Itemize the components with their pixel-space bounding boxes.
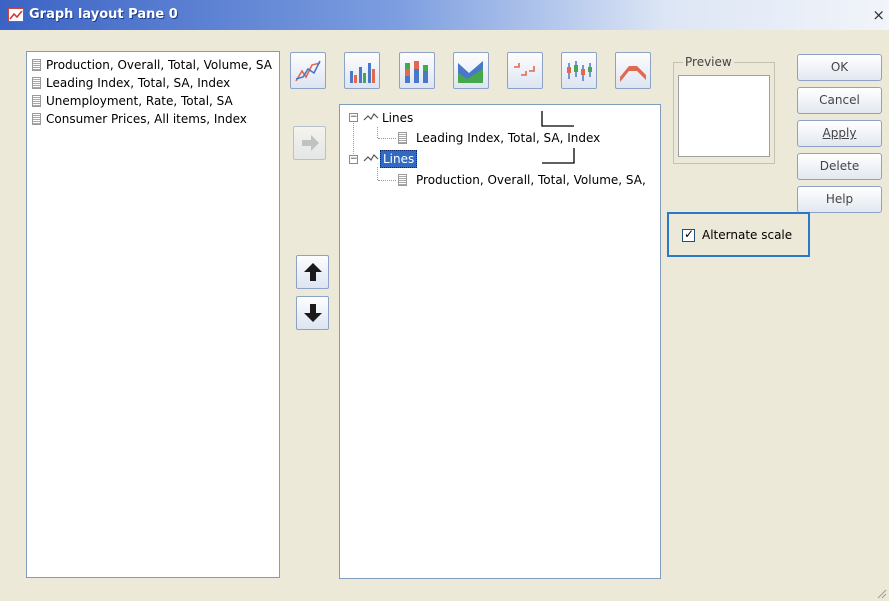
arrow-right-icon [302, 135, 319, 151]
alternate-scale-label[interactable]: Alternate scale [702, 228, 792, 243]
list-item[interactable]: Consumer Prices, All items, Index [27, 110, 279, 128]
move-down-button[interactable] [296, 296, 329, 330]
list-item-label: Consumer Prices, All items, Index [46, 112, 247, 126]
document-icon [398, 132, 407, 144]
preview-group: Preview [673, 55, 775, 164]
document-icon [32, 95, 41, 107]
tree-series-label[interactable]: Leading Index, Total, SA, Index [416, 130, 600, 146]
band-chart-button[interactable] [615, 52, 651, 89]
preview-label: Preview [683, 55, 734, 69]
list-item-label: Leading Index, Total, SA, Index [46, 76, 231, 90]
dialog-window: Graph layout Pane 0 × Production, Overal… [0, 0, 889, 601]
bar-chart-button[interactable] [344, 52, 380, 89]
document-icon [32, 113, 41, 125]
source-series-list[interactable]: Production, Overall, Total, Volume, SA L… [26, 51, 280, 578]
collapse-icon[interactable]: − [349, 113, 358, 122]
tree-group-label[interactable]: Lines [382, 110, 413, 126]
tree-line [377, 127, 378, 138]
series-line-icon [363, 154, 379, 162]
band-chart-icon [620, 66, 646, 82]
checkmark-icon: ✓ [684, 227, 695, 241]
add-series-button[interactable] [293, 126, 326, 160]
stacked-bar-chart-icon [405, 61, 428, 83]
step-chart-button[interactable] [507, 52, 543, 89]
resize-grip-icon[interactable] [875, 587, 887, 599]
tree-line [378, 138, 396, 139]
arrow-down-icon [304, 304, 322, 322]
close-icon[interactable]: × [872, 6, 885, 24]
high-low-chart-icon [567, 61, 592, 81]
tree-line [378, 180, 396, 181]
alternate-scale-checkbox[interactable]: ✓ [682, 227, 695, 242]
list-item-label: Unemployment, Rate, Total, SA [46, 94, 233, 108]
area-chart-button[interactable] [453, 52, 489, 89]
collapse-icon[interactable]: − [349, 155, 358, 164]
stacked-bar-chart-button[interactable] [399, 52, 435, 89]
list-item[interactable]: Leading Index, Total, SA, Index [27, 74, 279, 92]
tree-series-label[interactable]: Production, Overall, Total, Volume, SA, [416, 172, 646, 188]
step-chart-icon [514, 63, 535, 76]
apply-button[interactable]: Apply [797, 120, 882, 147]
alternate-scale-group: ✓ Alternate scale [667, 212, 810, 257]
tree-line [377, 167, 378, 180]
list-item[interactable]: Production, Overall, Total, Volume, SA [27, 56, 279, 74]
line-chart-icon [295, 60, 321, 82]
title-bar[interactable]: Graph layout Pane 0 × [0, 0, 889, 30]
graph-icon [8, 8, 24, 22]
line-chart-button[interactable] [290, 52, 326, 89]
preview-area [678, 75, 770, 157]
area-chart-icon [458, 61, 483, 83]
delete-button[interactable]: Delete [797, 153, 882, 180]
document-icon [398, 174, 407, 186]
tree-group-label-selected[interactable]: Lines [380, 150, 418, 168]
arrow-up-icon [304, 263, 322, 281]
left-axis-indicator-icon [541, 111, 574, 127]
ok-button[interactable]: OK [797, 54, 882, 81]
layout-tree[interactable]: − Lines Leading Index, Total, SA, Index … [339, 104, 661, 579]
document-icon [32, 59, 41, 71]
window-title: Graph layout Pane 0 [29, 7, 178, 22]
help-button[interactable]: Help [797, 186, 882, 213]
document-icon [32, 77, 41, 89]
list-item-label: Production, Overall, Total, Volume, SA [46, 58, 272, 72]
high-low-chart-button[interactable] [561, 52, 597, 89]
list-item[interactable]: Unemployment, Rate, Total, SA [27, 92, 279, 110]
move-up-button[interactable] [296, 255, 329, 289]
right-axis-indicator-icon [542, 148, 575, 164]
series-line-icon [363, 113, 379, 121]
cancel-button[interactable]: Cancel [797, 87, 882, 114]
bar-chart-icon [350, 63, 375, 83]
